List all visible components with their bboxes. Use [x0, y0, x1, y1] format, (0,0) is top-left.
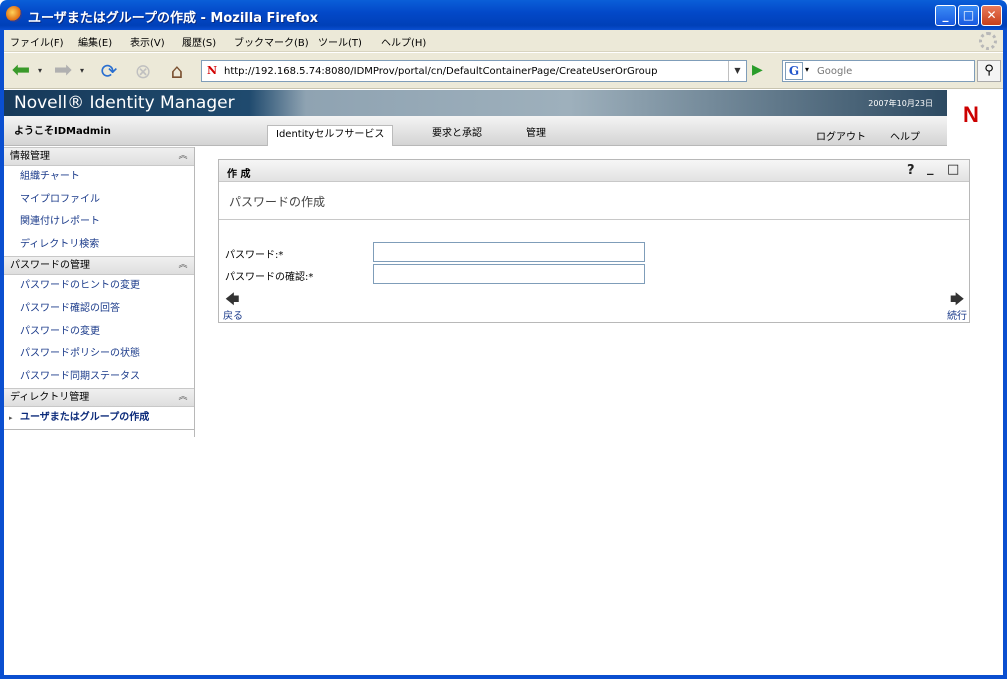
- minimize-icon[interactable]: _: [927, 161, 934, 176]
- sidebar-item-org-chart[interactable]: 組織チャート: [4, 166, 194, 189]
- menu-file[interactable]: ファイル(F): [10, 34, 64, 49]
- sidebar-section-title: 情報管理: [10, 151, 50, 162]
- home-icon[interactable]: ⌂: [164, 58, 190, 84]
- sidebar-item-directory-search[interactable]: ディレクトリ検索: [4, 234, 194, 257]
- menu-edit[interactable]: 編集(E): [78, 34, 112, 49]
- maximize-icon[interactable]: □: [947, 162, 959, 177]
- site-favicon-icon: N: [207, 64, 218, 77]
- maximize-button[interactable]: □: [958, 5, 979, 26]
- url-dropdown-icon[interactable]: ▼: [728, 61, 746, 81]
- password-field[interactable]: [373, 242, 645, 262]
- logout-link[interactable]: ログアウト: [816, 128, 866, 143]
- navigation-toolbar: ⬅ ▾ ➡ ▾ ⟳ ⊗ ⌂ N ▼ ▶ G ▾ ⚲: [4, 53, 1003, 89]
- window-frame-bottom: [0, 675, 1007, 679]
- menubar: ファイル(F) 編集(E) 表示(V) 履歴(S) ブックマーク(B) ツール(…: [4, 30, 1003, 52]
- sidebar: 情報管理 ︽ 組織チャート マイプロファイル 関連付けレポート ディレクトリ検索…: [4, 147, 195, 437]
- continue-button[interactable]: 続行: [947, 307, 967, 322]
- throbber-icon: [979, 32, 997, 50]
- back-button[interactable]: 戻る: [223, 307, 243, 322]
- window-frame-right: [1003, 30, 1007, 679]
- menu-tools[interactable]: ツール(T): [318, 34, 362, 49]
- sidebar-section-directory-management[interactable]: ディレクトリ管理 ︽: [4, 388, 194, 408]
- sidebar-item-my-profile[interactable]: マイプロファイル: [4, 189, 194, 212]
- header-date: 2007年10月23日: [868, 99, 933, 108]
- search-input[interactable]: [817, 63, 967, 79]
- app-header: Novell® Identity Manager 2007年10月23日: [4, 90, 947, 116]
- sidebar-item-create-user-or-group[interactable]: ▸ ユーザまたはグループの作成: [4, 407, 194, 430]
- welcome-text: ようこそIDMadmin: [14, 126, 111, 137]
- portlet-subtitle: パスワードの作成: [229, 195, 326, 209]
- menu-history[interactable]: 履歴(S): [182, 34, 216, 49]
- url-input[interactable]: [224, 63, 724, 79]
- app-brand: Novell® Identity Manager: [14, 93, 235, 113]
- sidebar-item-change-password-hint[interactable]: パスワードのヒントの変更: [4, 275, 194, 298]
- password-confirm-label: パスワードの確認:*: [225, 272, 314, 283]
- sidebar-section-info-management[interactable]: 情報管理 ︽: [4, 147, 194, 166]
- window-titlebar: ユーザまたはグループの作成 - Mozilla Firefox _ □ ✕: [0, 0, 1007, 30]
- search-engine-dropdown-icon[interactable]: ▾: [805, 65, 809, 74]
- close-button[interactable]: ✕: [981, 5, 1002, 26]
- sidebar-item-change-password[interactable]: パスワードの変更: [4, 321, 194, 344]
- minimize-button[interactable]: _: [935, 5, 956, 26]
- stop-icon[interactable]: ⊗: [130, 58, 156, 84]
- password-label: パスワード:*: [225, 250, 284, 261]
- firefox-icon: [6, 6, 22, 22]
- go-icon[interactable]: ▶: [752, 62, 763, 78]
- back-dropdown-icon[interactable]: ▾: [34, 58, 46, 84]
- collapse-icon[interactable]: ︽: [176, 150, 190, 164]
- window-title: ユーザまたはグループの作成 - Mozilla Firefox: [28, 11, 319, 26]
- forward-icon[interactable]: ➡: [50, 58, 76, 84]
- menu-bookmarks[interactable]: ブックマーク(B): [234, 34, 309, 49]
- portlet-header: 作 成 ? _ □: [219, 160, 969, 182]
- search-icon[interactable]: ⚲: [977, 60, 1001, 82]
- tab-identity-self-service[interactable]: Identityセルフサービス: [267, 125, 394, 146]
- reload-icon[interactable]: ⟳: [96, 58, 122, 84]
- url-bar[interactable]: N ▼: [201, 60, 747, 82]
- sidebar-section-password-management[interactable]: パスワードの管理 ︽: [4, 256, 194, 276]
- sidebar-item-password-policy-status[interactable]: パスワードポリシーの状態: [4, 343, 194, 366]
- sidebar-section-title: ディレクトリ管理: [10, 392, 90, 404]
- tab-administration[interactable]: 管理: [526, 125, 546, 146]
- help-link[interactable]: ヘルプ: [890, 128, 920, 143]
- sidebar-item-password-sync-status[interactable]: パスワード同期ステータス: [4, 366, 194, 389]
- app-subbar: ようこそIDMadmin Identityセルフサービス 要求と承認 管理 ログ…: [4, 116, 947, 146]
- password-confirm-field[interactable]: [373, 264, 645, 284]
- menu-help[interactable]: ヘルプ(H): [381, 34, 426, 49]
- sidebar-section-title: パスワードの管理: [10, 260, 90, 272]
- search-engine-icon[interactable]: G: [785, 62, 803, 80]
- novell-logo-icon: N: [963, 102, 979, 127]
- search-bar[interactable]: G ▾: [782, 60, 975, 82]
- novell-logo: N: [947, 90, 1003, 146]
- sidebar-item-association-report[interactable]: 関連付けレポート: [4, 211, 194, 234]
- forward-dropdown-icon[interactable]: ▾: [76, 58, 88, 84]
- collapse-icon[interactable]: ︽: [176, 391, 190, 405]
- create-portlet: 作 成 ? _ □ パスワードの作成 パスワード:* パスワードの確認:* 🡄 …: [218, 159, 970, 323]
- back-icon[interactable]: ⬅: [8, 58, 34, 84]
- help-icon[interactable]: ?: [907, 163, 915, 178]
- sidebar-item-password-challenge-response[interactable]: パスワード確認の回答: [4, 298, 194, 321]
- sidebar-item-label: ユーザまたはグループの作成: [20, 412, 150, 424]
- collapse-icon[interactable]: ︽: [176, 259, 190, 273]
- menu-view[interactable]: 表示(V): [130, 34, 165, 49]
- current-item-icon: ▸: [9, 414, 13, 423]
- tab-requests-approvals[interactable]: 要求と承認: [432, 125, 482, 146]
- portlet-title: 作 成: [227, 169, 251, 180]
- divider: [219, 219, 969, 220]
